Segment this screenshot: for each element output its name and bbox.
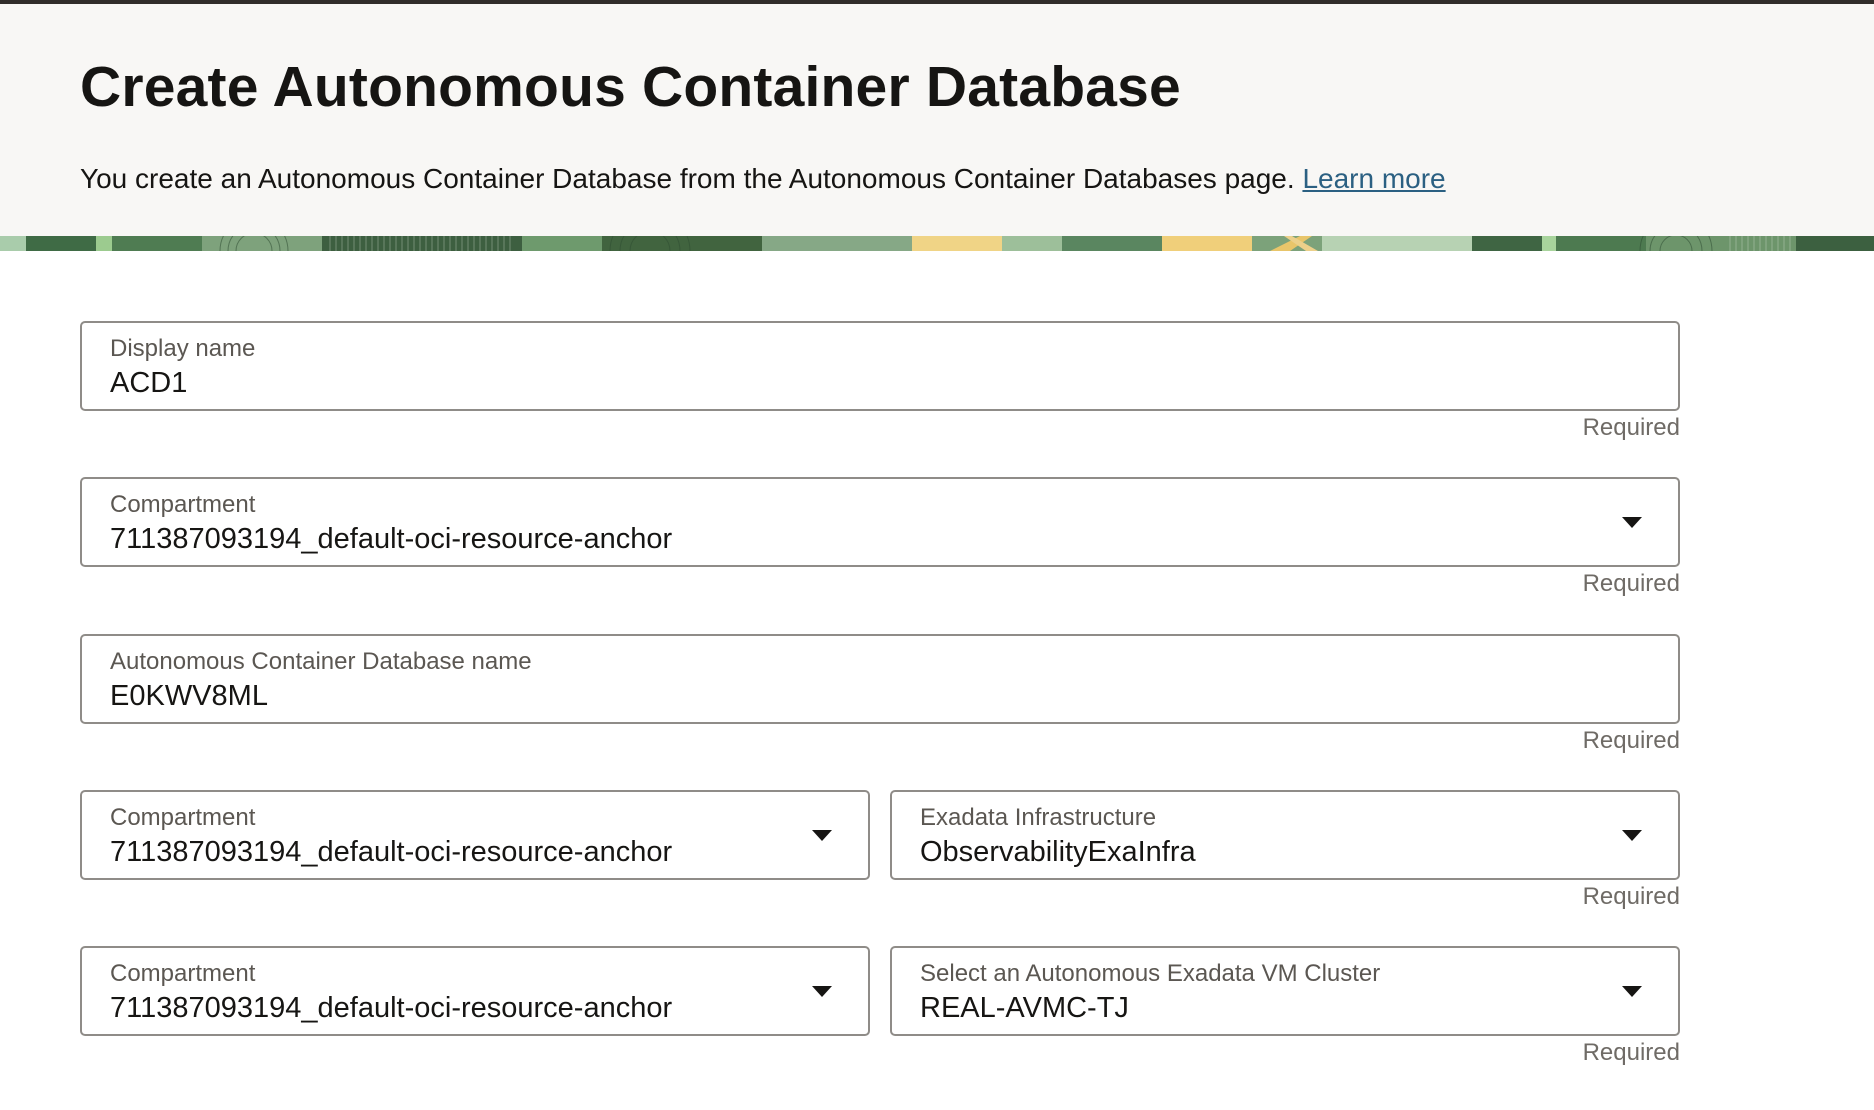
learn-more-link[interactable]: Learn more xyxy=(1302,163,1445,194)
exadata-infrastructure-value: ObservabilityExaInfra xyxy=(920,836,1196,868)
vm-cluster-required-hint: Required xyxy=(1582,1039,1680,1066)
compartment-label: Compartment xyxy=(110,491,256,518)
exadata-infrastructure-required-hint: Required xyxy=(1582,883,1680,910)
display-name-label: Display name xyxy=(110,335,256,362)
decorative-banner xyxy=(0,236,1874,251)
display-name-value[interactable]: ACD1 xyxy=(110,365,187,401)
compartment-required-hint: Required xyxy=(1582,570,1680,597)
page-header: Create Autonomous Container Database You… xyxy=(0,4,1874,236)
display-name-field[interactable]: Display name ACD1 xyxy=(80,321,1680,411)
chevron-down-icon[interactable] xyxy=(812,986,832,997)
acd-name-field[interactable]: Autonomous Container Database name E0KWV… xyxy=(80,634,1680,724)
compartment-select[interactable]: Compartment 711387093194_default-oci-res… xyxy=(80,477,1680,567)
acd-name-value[interactable]: E0KWV8ML xyxy=(110,678,268,714)
infrastructure-compartment-value: 711387093194_default-oci-resource-anchor xyxy=(110,836,673,868)
chevron-down-icon[interactable] xyxy=(1622,830,1642,841)
vm-cluster-select[interactable]: Select an Autonomous Exadata VM Cluster … xyxy=(890,946,1680,1036)
vm-cluster-compartment-label: Compartment xyxy=(110,960,256,987)
acd-name-label: Autonomous Container Database name xyxy=(110,648,532,675)
exadata-infrastructure-select[interactable]: Exadata Infrastructure ObservabilityExaI… xyxy=(890,790,1680,880)
acd-name-required-hint: Required xyxy=(1582,727,1680,754)
compartment-value: 711387093194_default-oci-resource-anchor xyxy=(110,523,673,555)
chevron-down-icon[interactable] xyxy=(1622,986,1642,997)
page-title: Create Autonomous Container Database xyxy=(80,55,1181,119)
vm-cluster-label: Select an Autonomous Exadata VM Cluster xyxy=(920,960,1381,987)
chevron-down-icon[interactable] xyxy=(812,830,832,841)
exadata-infrastructure-label: Exadata Infrastructure xyxy=(920,804,1157,831)
display-name-required-hint: Required xyxy=(1582,414,1680,441)
infrastructure-compartment-label: Compartment xyxy=(110,804,256,831)
banner-pattern xyxy=(0,236,1874,251)
page-description-text: You create an Autonomous Container Datab… xyxy=(80,163,1295,194)
infrastructure-compartment-select[interactable]: Compartment 711387093194_default-oci-res… xyxy=(80,790,870,880)
vm-cluster-compartment-value: 711387093194_default-oci-resource-anchor xyxy=(110,992,673,1024)
vm-cluster-compartment-select[interactable]: Compartment 711387093194_default-oci-res… xyxy=(80,946,870,1036)
vm-cluster-value: REAL-AVMC-TJ xyxy=(920,992,1129,1024)
chevron-down-icon[interactable] xyxy=(1622,517,1642,528)
page-description: You create an Autonomous Container Datab… xyxy=(80,160,1446,198)
